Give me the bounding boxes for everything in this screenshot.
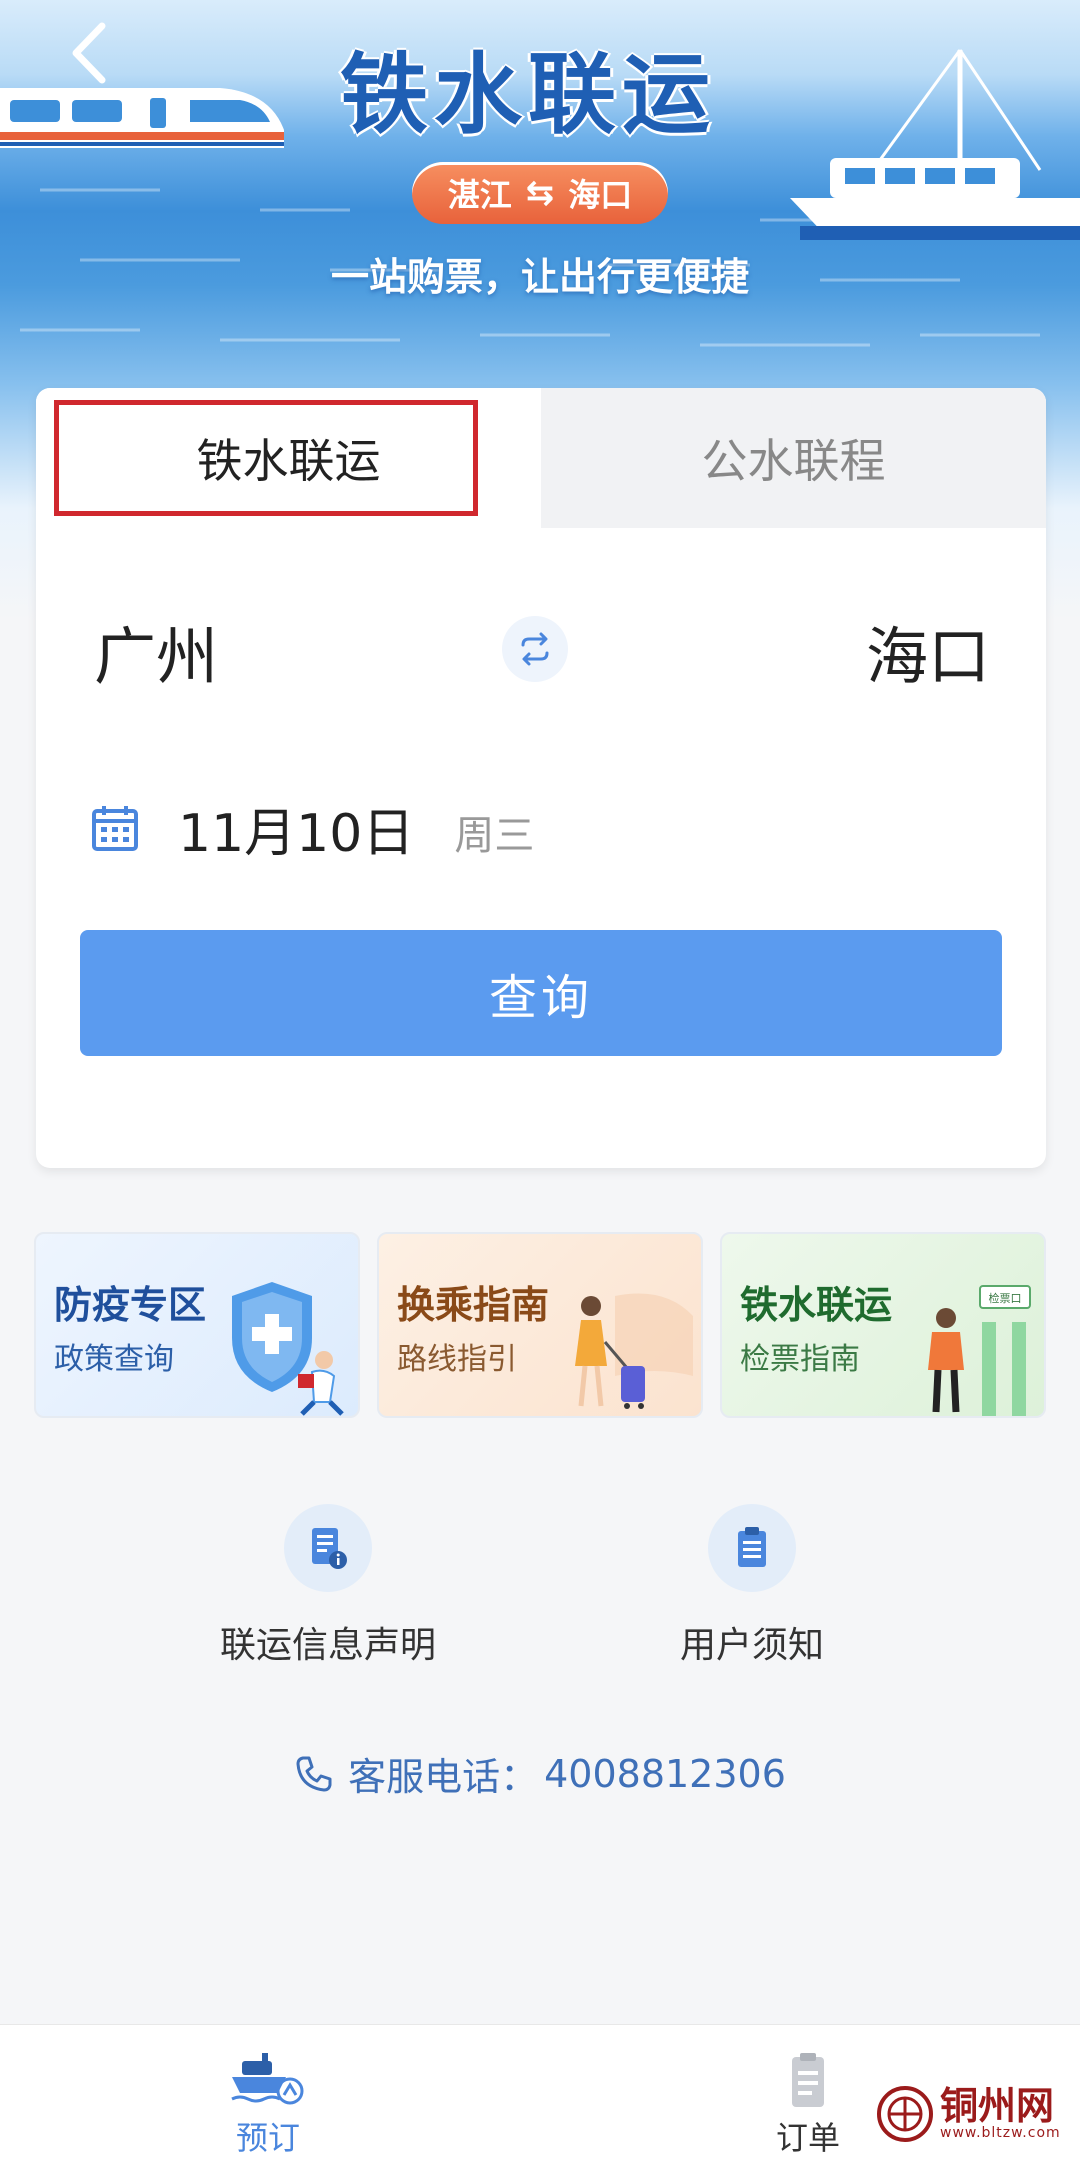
service-card-transfer[interactable]: 换乘指南 路线指引	[377, 1232, 703, 1418]
date-selector[interactable]: 11月10日 周三	[90, 788, 534, 868]
service-subtitle: 检票指南	[740, 1342, 860, 1377]
watermark-name: 铜州网	[940, 2083, 1055, 2128]
tab-highlight-frame	[54, 400, 478, 516]
watermark-logo-icon	[877, 2086, 933, 2142]
route-from: 湛江	[447, 176, 512, 214]
banner-title-group: 铁水联运	[340, 24, 740, 146]
banner-slogan: 一站购票，让出行更便捷	[330, 255, 749, 299]
watermark-url: www.bltzw.com	[940, 2125, 1061, 2141]
ticket-gate-icon: 检票口	[928, 1285, 1031, 1416]
tabbar-label: 预订	[235, 2119, 300, 2157]
clipboard-icon	[792, 2053, 824, 2107]
customer-service-hotline[interactable]: 客服电话： 4008812306	[0, 1746, 1080, 1801]
banner-title: 铁水联运	[340, 43, 717, 146]
service-title: 换乘指南	[397, 1283, 550, 1327]
train-ship-icon	[231, 2053, 304, 2105]
travel-weekday: 周三	[454, 813, 535, 859]
gate-sign-text: 检票口	[989, 1291, 1022, 1305]
medical-shield-icon	[232, 1282, 344, 1416]
traveler-luggage-icon	[575, 1293, 693, 1409]
train-illustration	[0, 88, 284, 148]
arrival-city[interactable]: 海口	[866, 606, 990, 696]
page: 铁水联运 湛江 ⇆ 海口 一站购票，让出行更便捷 铁水联运 公水联程 广州 海口…	[0, 0, 1080, 2157]
info-label: 用户须知	[679, 1625, 824, 1666]
service-card-epidemic[interactable]: 防疫专区 政策查询	[34, 1232, 360, 1418]
calendar-icon	[92, 806, 138, 851]
info-label: 联运信息声明	[219, 1625, 436, 1666]
user-notice-link[interactable]: 用户须知	[602, 1504, 902, 1668]
phone-icon	[296, 1756, 332, 1791]
swap-icon	[521, 632, 549, 666]
departure-city[interactable]: 广州	[94, 606, 218, 696]
service-title: 铁水联运	[740, 1283, 893, 1327]
service-subtitle: 路线指引	[397, 1342, 517, 1377]
booking-card: 铁水联运 公水联程 广州 海口 11月10日 周三 查询	[36, 388, 1046, 1168]
document-info-icon	[284, 1504, 372, 1592]
notice-icon	[708, 1504, 796, 1592]
joint-transport-statement-link[interactable]: 联运信息声明	[178, 1504, 478, 1668]
route-badge: 湛江 ⇆ 海口	[412, 162, 668, 224]
site-watermark: 铜州网 www.bltzw.com	[876, 2074, 1080, 2154]
hotline-number: 4008812306	[544, 1751, 786, 1796]
route-swap-icon: ⇆	[525, 173, 555, 213]
tab-road-water[interactable]: 公水联程	[541, 388, 1046, 528]
hotline-label: 客服电话：	[348, 1755, 539, 1799]
search-button[interactable]: 查询	[80, 930, 1002, 1056]
ship-illustration	[790, 49, 1080, 240]
route-to: 海口	[568, 176, 633, 214]
service-title: 防疫专区	[54, 1283, 207, 1327]
travel-date: 11月10日	[178, 803, 415, 864]
service-subtitle: 政策查询	[54, 1342, 174, 1377]
service-card-ticket-check[interactable]: 铁水联运 检票指南 检票口	[720, 1232, 1046, 1418]
tab-road-water-label: 公水联程	[701, 434, 886, 488]
tabbar-item-booking[interactable]: 预订	[168, 2051, 368, 2157]
swap-cities-button[interactable]	[502, 616, 568, 682]
